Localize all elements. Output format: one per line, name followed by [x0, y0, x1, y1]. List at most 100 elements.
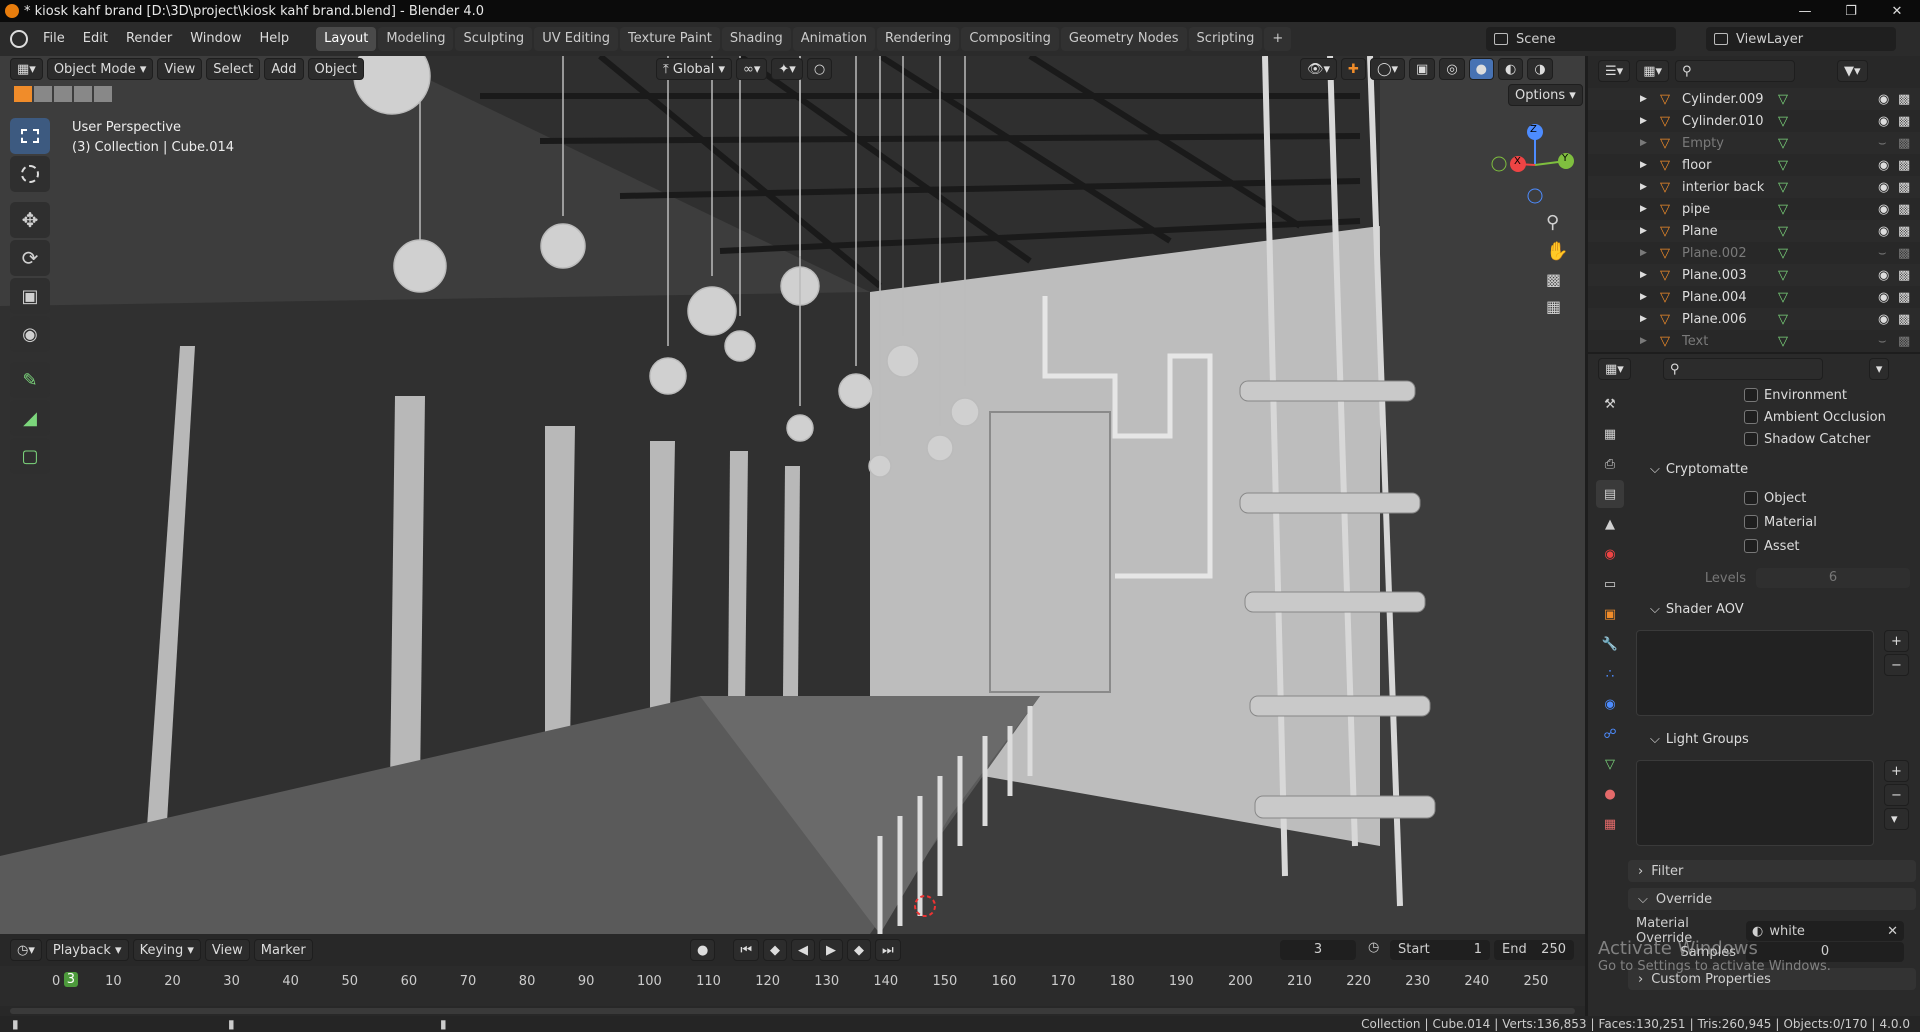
outliner-row[interactable]: ▶ ▽ Cylinder.010 ▽ ◉ ▩	[1588, 110, 1920, 132]
visibility-eye-icon[interactable]: ⌣	[1878, 334, 1887, 349]
camera-view-icon[interactable]: ▩	[1546, 270, 1568, 289]
shading-solid[interactable]: ●	[1468, 58, 1494, 80]
visibility-eye-icon[interactable]: ◉	[1878, 290, 1889, 305]
transform-tool[interactable]: ◉	[10, 316, 50, 352]
current-frame-field[interactable]: 3	[1280, 940, 1356, 960]
expand-arrow-icon[interactable]: ▶	[1640, 270, 1654, 280]
expand-arrow-icon[interactable]: ▶	[1640, 160, 1654, 170]
blender-menu-icon[interactable]	[10, 30, 28, 48]
properties-search-input[interactable]: ⚲	[1662, 358, 1823, 380]
texture-tab[interactable]: ▦	[1596, 810, 1624, 838]
filter-panel[interactable]: › Filter	[1628, 860, 1916, 882]
playback-menu[interactable]: Playback ▾	[45, 939, 129, 961]
outliner-search-input[interactable]: ⚲	[1675, 60, 1795, 82]
visibility-icon[interactable]: 👁▾	[1300, 58, 1338, 80]
expand-arrow-icon[interactable]: ▶	[1640, 248, 1654, 258]
proportional-edit-toggle[interactable]: ○	[806, 58, 833, 80]
select-subtract-icon[interactable]	[54, 86, 72, 102]
tool-tab[interactable]: ⚒	[1596, 390, 1624, 418]
render-camera-icon[interactable]: ▩	[1898, 334, 1910, 349]
add-cube-tool[interactable]: ▢	[10, 438, 50, 474]
mesh-data-icon[interactable]: ▽	[1778, 114, 1788, 129]
scene-tab[interactable]: ▲	[1596, 510, 1624, 538]
viewport-menu-object[interactable]: Object	[307, 58, 364, 80]
timeline-editor-type[interactable]: ◷▾	[10, 939, 42, 961]
crypto-object-checkbox[interactable]: Object	[1744, 486, 1817, 510]
filter-icon[interactable]: ▼▾	[1837, 60, 1868, 82]
crypto-material-checkbox[interactable]: Material	[1744, 510, 1817, 534]
add-light-group-button[interactable]: +	[1884, 760, 1909, 782]
select-extend-icon[interactable]	[34, 86, 52, 102]
outliner-row[interactable]: ▶ ▽ pipe ▽ ◉ ▩	[1588, 198, 1920, 220]
menu-file[interactable]: File	[34, 22, 74, 56]
mesh-data-icon[interactable]: ▽	[1778, 202, 1788, 217]
tab-shading[interactable]: Shading	[721, 27, 791, 51]
end-frame-field[interactable]: End 250	[1494, 940, 1574, 960]
visibility-eye-icon[interactable]: ⌣	[1878, 136, 1887, 151]
mesh-data-icon[interactable]: ▽	[1778, 312, 1788, 327]
tab-texture-paint[interactable]: Texture Paint	[620, 27, 720, 51]
visibility-eye-icon[interactable]: ◉	[1878, 312, 1889, 327]
light-groups-list[interactable]	[1636, 760, 1874, 846]
add-aov-button[interactable]: +	[1884, 630, 1909, 652]
next-keyframe-button[interactable]: ◆	[847, 939, 872, 961]
add-workspace-button[interactable]: +	[1264, 27, 1292, 51]
tab-animation[interactable]: Animation	[792, 27, 875, 51]
menu-edit[interactable]: Edit	[74, 22, 117, 56]
outliner-row[interactable]: ▶ ▽ interior back ▽ ◉ ▩	[1588, 176, 1920, 198]
select-intersect-icon[interactable]	[94, 86, 112, 102]
select-box-tool[interactable]	[10, 118, 50, 154]
shadow-catcher-checkbox[interactable]: Shadow Catcher	[1744, 428, 1886, 450]
editor-type-button[interactable]: ▦▾	[10, 58, 43, 80]
viewport-menu-select[interactable]: Select	[206, 58, 261, 80]
mesh-data-icon[interactable]: ▽	[1778, 334, 1788, 349]
play-reverse-button[interactable]: ◀	[791, 939, 816, 961]
tab-compositing[interactable]: Compositing	[961, 27, 1059, 51]
clear-icon[interactable]: ✕	[1887, 924, 1898, 939]
render-camera-icon[interactable]: ▩	[1898, 290, 1910, 305]
ambient-occlusion-checkbox[interactable]: Ambient Occlusion	[1744, 406, 1886, 428]
render-camera-icon[interactable]: ▩	[1898, 246, 1910, 261]
visibility-eye-icon[interactable]: ◉	[1878, 92, 1889, 107]
cryptomatte-section[interactable]: ⌵ Cryptomatte	[1650, 456, 1748, 482]
orientation-dropdown[interactable]: ⤒ Global ▾	[656, 58, 733, 80]
mesh-data-icon[interactable]: ▽	[1778, 290, 1788, 305]
expand-arrow-icon[interactable]: ▶	[1640, 116, 1654, 126]
outliner-row[interactable]: ▶ ▽ Plane.004 ▽ ◉ ▩	[1588, 286, 1920, 308]
select-invert-icon[interactable]	[74, 86, 92, 102]
crypto-asset-checkbox[interactable]: Asset	[1744, 534, 1817, 558]
play-button[interactable]: ▶	[819, 939, 844, 961]
render-camera-icon[interactable]: ▩	[1898, 136, 1910, 151]
properties-options[interactable]: ▾	[1868, 358, 1890, 380]
zoom-icon[interactable]: ⚲	[1546, 212, 1568, 233]
viewport-menu-add[interactable]: Add	[264, 58, 304, 80]
override-panel[interactable]: ⌵ Override	[1628, 888, 1916, 910]
navigation-gizmo[interactable]: Z Y X	[1490, 120, 1580, 210]
modifier-tab[interactable]: 🔧	[1596, 630, 1624, 658]
mesh-data-icon[interactable]: ▽	[1778, 92, 1788, 107]
viewlayer-selector[interactable]: ViewLayer	[1706, 27, 1896, 51]
overlay-toggle[interactable]: ◯▾	[1369, 58, 1406, 80]
light-group-menu-button[interactable]: ▾	[1884, 808, 1909, 830]
outliner-row[interactable]: ▶ ▽ Empty ▽ ⌣ ▩	[1588, 132, 1920, 154]
visibility-eye-icon[interactable]: ◉	[1878, 180, 1889, 195]
menu-help[interactable]: Help	[251, 22, 299, 56]
shading-rendered[interactable]: ◑	[1527, 58, 1553, 80]
tab-sculpting[interactable]: Sculpting	[455, 27, 533, 51]
options-button[interactable]: Options ▾	[1508, 84, 1583, 106]
render-camera-icon[interactable]: ▩	[1898, 268, 1910, 283]
tab-geometry-nodes[interactable]: Geometry Nodes	[1060, 27, 1187, 51]
levels-field[interactable]: 6	[1756, 568, 1910, 588]
menu-render[interactable]: Render	[117, 22, 181, 56]
minimize-button[interactable]: —	[1782, 0, 1828, 22]
visibility-eye-icon[interactable]: ◉	[1878, 202, 1889, 217]
outliner-row[interactable]: ▶ ▽ Plane.002 ▽ ⌣ ▩	[1588, 242, 1920, 264]
shading-wireframe[interactable]: ◎	[1439, 58, 1465, 80]
render-camera-icon[interactable]: ▩	[1898, 202, 1910, 217]
mesh-data-icon[interactable]: ▽	[1778, 180, 1788, 195]
render-camera-icon[interactable]: ▩	[1898, 180, 1910, 195]
render-camera-icon[interactable]: ▩	[1898, 114, 1910, 129]
render-tab[interactable]: ▦	[1596, 420, 1624, 448]
clock-icon[interactable]: ◷	[1368, 940, 1379, 955]
rotate-tool[interactable]: ⟳	[10, 240, 50, 276]
